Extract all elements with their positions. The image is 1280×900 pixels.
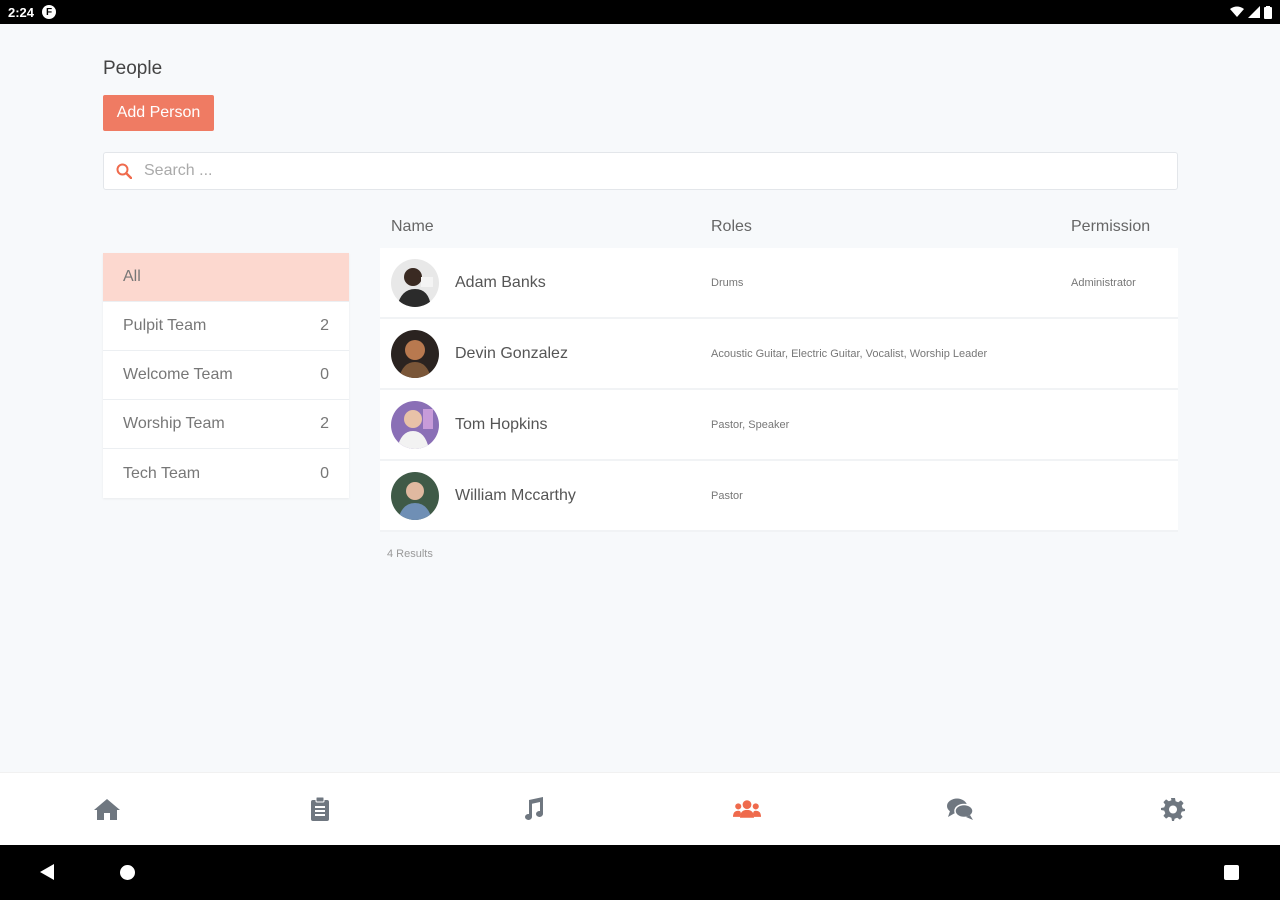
avatar xyxy=(391,329,439,378)
person-roles: Pastor, Speaker xyxy=(711,418,790,431)
group-label: Tech Team xyxy=(123,464,201,482)
nav-messages[interactable] xyxy=(946,795,974,823)
table-row[interactable]: William Mccarthy Pastor xyxy=(380,461,1178,532)
status-bar: 2:24 F xyxy=(0,0,1280,24)
add-person-button[interactable]: Add Person xyxy=(103,95,214,131)
group-count: 2 xyxy=(320,415,329,432)
group-label: Worship Team xyxy=(123,415,225,432)
person-name: Devin Gonzalez xyxy=(455,344,568,362)
avatar xyxy=(391,258,439,307)
nav-plans[interactable] xyxy=(306,795,334,823)
gear-icon xyxy=(1160,798,1185,821)
table-row[interactable]: Adam Banks Drums Administrator xyxy=(380,248,1178,319)
wifi-icon xyxy=(1230,6,1244,17)
person-name: Adam Banks xyxy=(455,273,546,291)
nav-home[interactable] xyxy=(93,795,121,823)
group-label: Welcome Team xyxy=(123,366,233,383)
search-bar[interactable] xyxy=(103,152,1178,190)
column-header-roles[interactable]: Roles xyxy=(711,218,752,236)
group-item-worship-team[interactable]: Worship Team 2 xyxy=(103,400,349,449)
group-count: 2 xyxy=(320,317,329,334)
search-input[interactable] xyxy=(144,162,1165,180)
nav-people[interactable] xyxy=(732,795,761,823)
group-item-welcome-team[interactable]: Welcome Team 0 xyxy=(103,351,349,400)
group-item-all[interactable]: All xyxy=(103,253,349,302)
person-roles: Pastor xyxy=(711,489,743,502)
home-button-icon[interactable] xyxy=(120,865,135,880)
system-nav-bar xyxy=(0,845,1280,900)
person-name: Tom Hopkins xyxy=(455,415,548,433)
music-note-icon xyxy=(525,797,544,820)
group-item-tech-team[interactable]: Tech Team 0 xyxy=(103,449,349,498)
table-header: Name Roles Permission xyxy=(380,218,1178,240)
group-label: Pulpit Team xyxy=(123,317,207,334)
group-count: 0 xyxy=(320,366,329,383)
avatar xyxy=(391,471,439,520)
group-count: 0 xyxy=(320,464,329,482)
users-icon xyxy=(732,800,761,818)
bottom-nav xyxy=(0,772,1280,845)
back-icon[interactable] xyxy=(40,864,54,880)
chat-icon xyxy=(946,798,974,820)
page-title: People xyxy=(103,58,163,79)
group-item-pulpit-team[interactable]: Pulpit Team 2 xyxy=(103,302,349,351)
results-count: 4 Results xyxy=(387,548,433,560)
avatar xyxy=(391,400,439,449)
table-row[interactable]: Tom Hopkins Pastor, Speaker xyxy=(380,390,1178,461)
table-row[interactable]: Devin Gonzalez Acoustic Guitar, Electric… xyxy=(380,319,1178,390)
nav-settings[interactable] xyxy=(1159,795,1187,823)
person-roles: Acoustic Guitar, Electric Guitar, Vocali… xyxy=(711,347,988,360)
home-icon xyxy=(94,799,120,820)
person-roles: Drums xyxy=(711,276,744,289)
column-header-permission[interactable]: Permission xyxy=(1071,218,1150,236)
app-badge-icon: F xyxy=(42,5,57,19)
search-icon xyxy=(116,163,132,179)
people-table: Adam Banks Drums Administrator Devin Gon… xyxy=(380,248,1178,532)
status-time: 2:24 xyxy=(8,4,35,20)
person-name: William Mccarthy xyxy=(455,486,576,504)
nav-songs[interactable] xyxy=(519,795,547,823)
signal-icon xyxy=(1248,6,1260,18)
column-header-name[interactable]: Name xyxy=(391,218,434,236)
battery-icon xyxy=(1264,5,1272,19)
person-permission: Administrator xyxy=(1071,276,1136,289)
clipboard-icon xyxy=(311,796,330,821)
recent-apps-icon[interactable] xyxy=(1224,865,1239,880)
group-list: All Pulpit Team 2 Welcome Team 0 Worship… xyxy=(103,253,349,498)
group-label: All xyxy=(123,268,141,285)
